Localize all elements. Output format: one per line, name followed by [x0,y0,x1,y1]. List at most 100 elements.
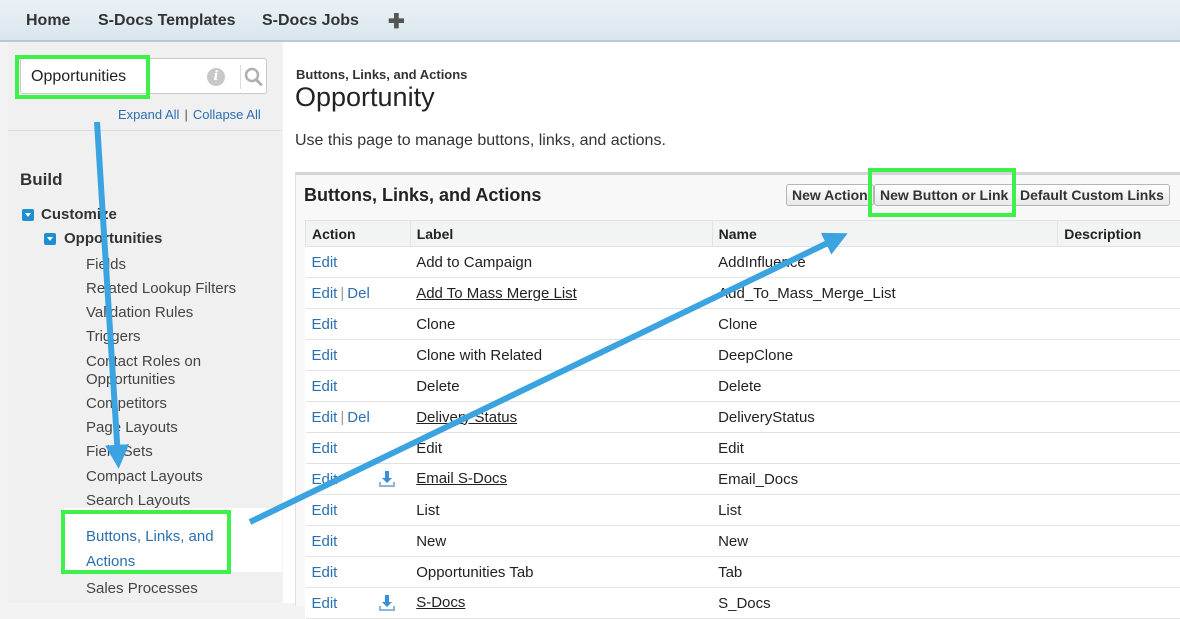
name-cell: DeliveryStatus [712,402,1058,433]
label-cell: Delivery Status [410,402,712,433]
row-label[interactable]: Email S-Docs [416,470,507,487]
panel-title: Buttons, Links, and Actions [304,185,541,206]
table-body: Edit Add to Campaign AddInfluence Edit|Del A… [306,247,1180,619]
name-cell: Delete [712,371,1058,402]
collapse-opportunities-icon[interactable] [44,233,56,245]
label-cell: Add to Campaign [410,247,712,278]
table-row: EditEditEdit [306,433,1180,464]
action-cell: Edit [306,340,411,371]
sidebar-divider [8,130,282,131]
row-label: Add to Campaign [416,254,532,271]
name-cell: Edit [712,433,1058,464]
name-cell: List [712,495,1058,526]
description-cell [1058,433,1180,464]
new-button-or-link-button[interactable]: New Button or Link [874,184,1014,206]
description-cell [1058,371,1180,402]
main-content: Buttons, Links, and Actions Opportunity … [283,42,1180,603]
tab-s-docs-templates[interactable]: S-Docs Templates [98,12,236,30]
description-cell [1058,309,1180,340]
edit-link[interactable]: Edit [312,440,338,457]
column-header-label[interactable]: Label [410,221,712,247]
collapse-customize-icon[interactable] [22,209,34,221]
row-label: Clone with Related [416,347,542,364]
default-custom-links-button[interactable]: Default Custom Links [1014,184,1170,206]
row-label[interactable]: Add To Mass Merge List [416,285,577,302]
edit-link[interactable]: Edit [312,595,338,612]
label-cell: S-Docs [410,588,712,619]
new-action-button[interactable]: New Action [786,184,874,206]
sidebar-item-competitors[interactable]: Competitors [86,395,167,413]
column-header-description: Description [1058,221,1180,247]
buttons-links-panel: Buttons, Links, and Actions New Action N… [295,172,1180,606]
build-heading: Build [20,170,63,190]
sidebar-item-sales-processes[interactable]: Sales Processes [86,580,198,598]
sidebar-item-contact-roles[interactable]: Contact Roles on Opportunities [86,353,216,389]
table-row: Edit|DelAdd To Mass Merge ListAdd_To_Mas… [306,278,1180,309]
label-cell: Clone [410,309,712,340]
description-cell [1058,526,1180,557]
tab-s-docs-jobs[interactable]: S-Docs Jobs [262,12,359,30]
delete-link[interactable]: Del [347,285,370,302]
sidebar-item-search-layouts[interactable]: Search Layouts [86,492,190,510]
edit-link[interactable]: Edit [312,409,338,426]
search-icon[interactable] [240,65,265,89]
edit-link[interactable]: Edit [312,316,338,333]
row-label[interactable]: S-Docs [416,594,465,611]
sidebar-item-buttons-links-actions[interactable]: Buttons, Links, and Actions [86,524,226,574]
sidebar-item-compact-layouts[interactable]: Compact Layouts [86,468,203,486]
action-cell: Edit [306,433,411,464]
edit-link[interactable]: Edit [312,564,338,581]
label-cell: Email S-Docs [410,464,712,495]
expand-all-link[interactable]: Expand All [118,107,179,122]
name-cell: New [712,526,1058,557]
collapse-all-link[interactable]: Collapse All [193,107,261,122]
link-separator: | [184,107,187,122]
name-cell: AddInfluence [712,247,1058,278]
edit-link[interactable]: Edit [312,502,338,519]
tab-home[interactable]: Home [26,12,70,30]
table-row: Edit S-Docs S_Docs [306,588,1180,619]
tree-item-opportunities[interactable]: Opportunities [64,230,162,247]
setup-sidebar: i Expand All | Collapse All Build Customiz… [8,42,282,603]
sidebar-item-related-lookup-filters[interactable]: Related Lookup Filters [86,280,236,298]
quick-find-box: i [20,58,267,94]
table-row: EditEmail S-DocsEmail_Docs [306,464,1180,495]
edit-link[interactable]: Edit [312,378,338,395]
sidebar-item-validation-rules[interactable]: Validation Rules [86,304,193,322]
label-cell: Edit [410,433,712,464]
table-row: EditCloneClone [306,309,1180,340]
column-header-name[interactable]: Name [712,221,1058,247]
row-label[interactable]: Delivery Status [416,409,517,426]
edit-link[interactable]: Edit [312,347,338,364]
description-cell [1058,340,1180,371]
sidebar-item-triggers[interactable]: Triggers [86,328,140,346]
action-cell: Edit|Del [306,278,411,309]
sidebar-item-fields[interactable]: Fields [86,256,126,274]
name-cell: S_Docs [712,588,1058,619]
edit-link[interactable]: Edit [312,254,338,271]
label-cell: New [410,526,712,557]
description-cell [1058,495,1180,526]
action-cell: Edit [306,526,411,557]
description-cell [1058,557,1180,588]
row-label: Opportunities Tab [416,564,533,581]
edit-link[interactable]: Edit [312,285,338,302]
sidebar-item-field-sets[interactable]: Field Sets [86,443,153,461]
label-cell: Add To Mass Merge List [410,278,712,309]
download-icon [378,594,396,612]
description-cell [1058,278,1180,309]
description-cell [1058,402,1180,433]
add-tab-icon[interactable]: ✚ [388,9,405,34]
delete-link[interactable]: Del [347,409,370,426]
description-cell [1058,588,1180,619]
tree-item-customize[interactable]: Customize [41,206,117,223]
info-icon[interactable]: i [207,68,225,86]
label-cell: Opportunities Tab [410,557,712,588]
sidebar-item-page-layouts[interactable]: Page Layouts [86,419,178,437]
edit-link[interactable]: Edit [312,471,338,488]
table-row: EditClone with RelatedDeepClone [306,340,1180,371]
quick-find-input[interactable] [29,65,213,89]
table-row: EditOpportunities TabTab [306,557,1180,588]
edit-link[interactable]: Edit [312,533,338,550]
action-cell: Edit [306,309,411,340]
